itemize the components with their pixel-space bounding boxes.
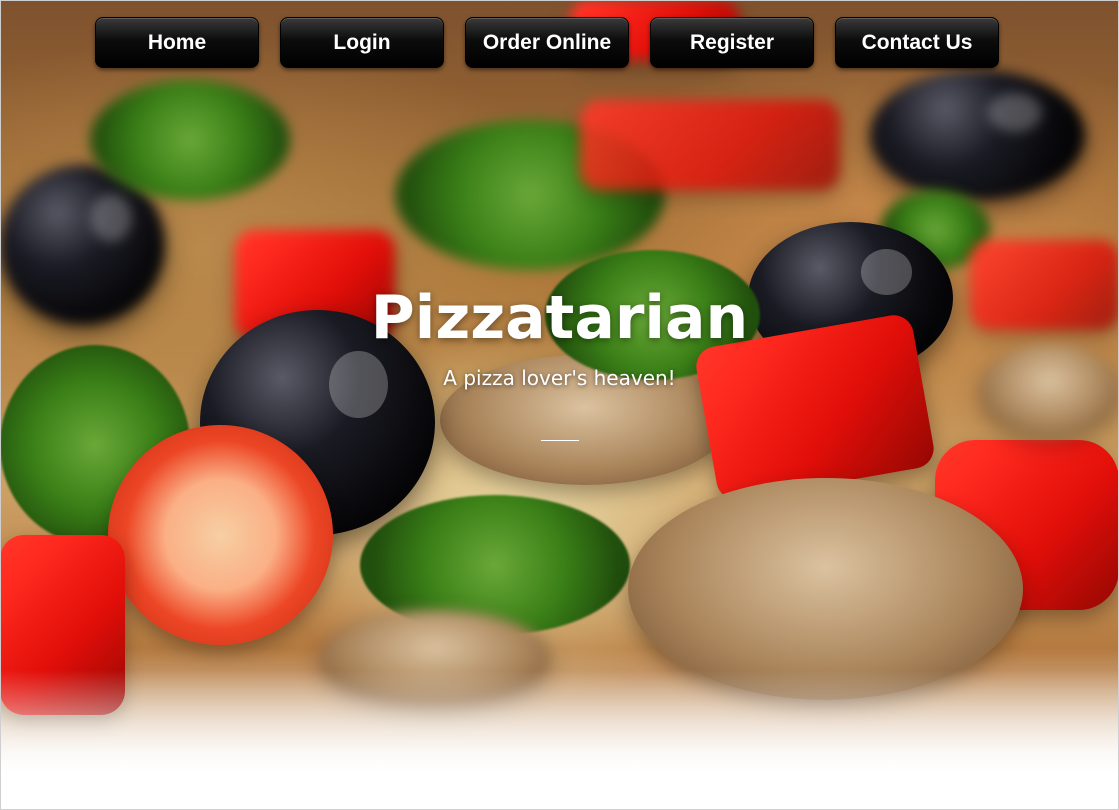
bottom-fade [0, 670, 1119, 810]
olive-image [870, 70, 1085, 200]
broccoli-image [90, 80, 290, 200]
site-tagline: A pizza lover's heaven! [443, 366, 676, 390]
nav-order-online-button[interactable]: Order Online [465, 17, 629, 68]
page: Home Login Order Online Register Contact… [0, 0, 1119, 810]
nav-register-button[interactable]: Register [650, 17, 814, 68]
pepper-image [580, 100, 840, 190]
nav-login-button[interactable]: Login [280, 17, 444, 68]
tomato-image [108, 425, 333, 645]
nav-contact-us-button[interactable]: Contact Us [835, 17, 999, 68]
main-navigation: Home Login Order Online Register Contact… [95, 17, 999, 68]
mushroom-image [628, 478, 1023, 700]
site-title: Pizzatarian [370, 283, 749, 353]
nav-home-button[interactable]: Home [95, 17, 259, 68]
title-divider [540, 440, 579, 441]
hero-title-block: Pizzatarian A pizza lover's heaven! [0, 280, 1119, 441]
